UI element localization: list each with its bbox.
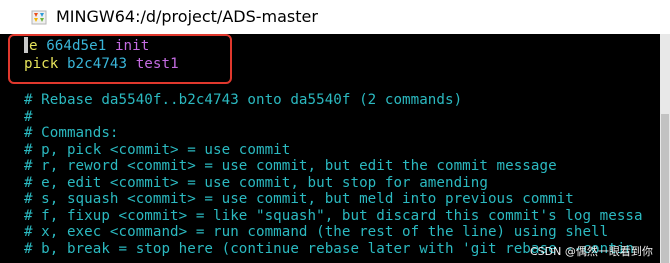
comment-line: # r, reword <commit> = use commit, but e… bbox=[24, 158, 557, 174]
todo-command: e bbox=[29, 38, 38, 54]
todo-hash: 664d5e1 bbox=[46, 38, 107, 54]
comment-line: # bbox=[24, 109, 33, 125]
todo-hash: b2c4743 bbox=[66, 56, 128, 72]
todo-line-1[interactable]: e 664d5e1 init bbox=[24, 37, 149, 54]
comment-line: # p, pick <commit> = use commit bbox=[24, 142, 291, 158]
comment-line: # Commands: bbox=[24, 125, 119, 141]
comment-line: # e, edit <commit> = use commit, but sto… bbox=[24, 175, 488, 191]
todo-message: test1 bbox=[135, 56, 179, 72]
todo-message: init bbox=[114, 38, 150, 54]
scrollbar-thumb[interactable] bbox=[661, 114, 669, 263]
window-titlebar: MINGW64:/d/project/ADS-master bbox=[0, 0, 670, 34]
vertical-scrollbar[interactable] bbox=[660, 34, 670, 263]
git-bash-icon bbox=[31, 10, 47, 25]
watermark-text: CSDN @偶然一眼看到你 bbox=[530, 245, 653, 258]
comment-line: # s, squash <commit> = use commit, but m… bbox=[24, 191, 574, 207]
text-cursor bbox=[24, 37, 28, 53]
comment-line: # f, fixup <commit> = like "squash", but… bbox=[24, 208, 643, 224]
todo-command: pick bbox=[24, 56, 59, 72]
comment-line: # x, exec <command> = run command (the r… bbox=[24, 224, 609, 240]
todo-line-2[interactable]: pick b2c4743 test1 bbox=[24, 56, 179, 73]
window-title: MINGW64:/d/project/ADS-master bbox=[56, 7, 318, 26]
comment-line: # Rebase da5540f..b2c4743 onto da5540f (… bbox=[24, 92, 463, 108]
